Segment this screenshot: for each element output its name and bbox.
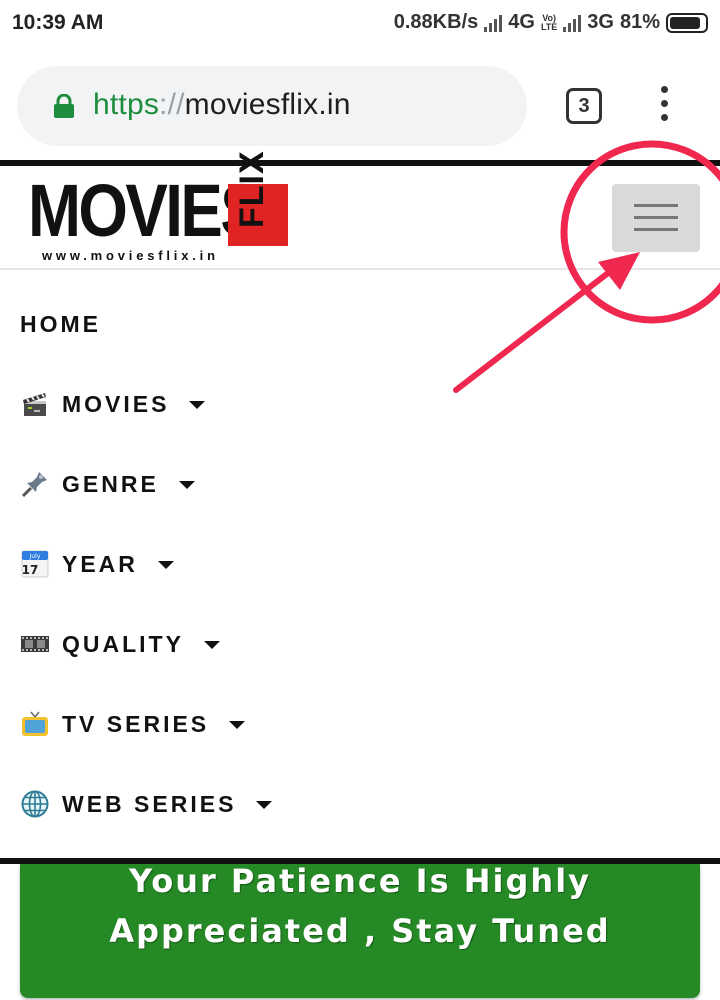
battery-percent: 81% (619, 11, 660, 33)
url-host: moviesflix.in (184, 88, 351, 121)
banner-line-2: Appreciated , Stay Tuned (109, 912, 611, 950)
banner-line-1: Your Patience Is Highly (128, 862, 592, 900)
clapperboard-icon (23, 393, 46, 416)
tabs-switcher-icon[interactable]: 3 (566, 88, 602, 124)
globe-icon (21, 790, 49, 818)
dropdown-caret-icon[interactable] (178, 481, 195, 489)
network-type-1: 4G (508, 11, 535, 33)
nav-item-label: TV SERIES (62, 710, 210, 737)
signal-icon (563, 14, 582, 32)
volte-bottom: LTE (540, 21, 558, 32)
site-logo[interactable]: MOVIES FLIX www.moviesflix.in (28, 150, 290, 266)
nav-menu: HOME MOVIES GENRE July 17 YEAR QUALITY T… (0, 270, 720, 860)
network-type-2: 3G (587, 11, 614, 33)
logo-flix-badge: FLIX (228, 150, 288, 246)
film-strip-icon (21, 636, 49, 652)
nav-item-web-series[interactable]: WEB SERIES (20, 764, 273, 844)
calendar-day: 17 (22, 563, 39, 577)
dropdown-caret-icon[interactable] (203, 641, 220, 649)
nav-item-label: QUALITY (62, 630, 184, 657)
dropdown-caret-icon[interactable] (256, 801, 273, 809)
lock-icon (54, 94, 74, 118)
nav-item-year[interactable]: July 17 YEAR (20, 524, 174, 604)
logo-url-text: www.moviesflix.in (42, 248, 219, 263)
site-header: MOVIES FLIX www.moviesflix.in (0, 150, 720, 270)
status-bar: 10:39 AM 0.88KB/s 4G Vo) LTE 3G 81% (0, 0, 720, 52)
nav-item-label: MOVIES (62, 390, 170, 417)
nav-item-movies[interactable]: MOVIES (20, 364, 206, 444)
dropdown-caret-icon[interactable] (229, 721, 246, 729)
dropdown-caret-icon[interactable] (189, 401, 206, 409)
nav-item-genre[interactable]: GENRE (20, 444, 195, 524)
nav-item-label: WEB SERIES (62, 790, 237, 817)
television-icon (22, 711, 48, 736)
dropdown-caret-icon[interactable] (157, 561, 174, 569)
status-time: 10:39 AM (12, 11, 104, 34)
volte-icon: Vo) LTE (540, 13, 558, 32)
nav-item-home[interactable]: HOME (20, 284, 101, 364)
nav-item-label: YEAR (62, 550, 138, 577)
logo-movies-text: MOVIES (28, 169, 263, 252)
calendar-month: July (29, 553, 41, 560)
url-scheme: https (93, 88, 160, 121)
calendar-icon: July 17 (21, 550, 49, 578)
pushpin-icon (21, 472, 47, 498)
battery-icon (666, 12, 708, 33)
nav-item-label: GENRE (62, 470, 159, 497)
address-bar[interactable]: https://moviesflix.in (17, 66, 527, 146)
notice-banner: Your Patience Is Highly Appreciated , St… (20, 862, 700, 998)
nav-item-label: HOME (20, 310, 101, 337)
hamburger-menu-button[interactable] (612, 184, 700, 252)
network-speed: 0.88KB/s (393, 11, 479, 33)
url-separator: :// (159, 88, 185, 121)
more-vertical-icon[interactable] (656, 86, 672, 128)
status-indicators: 0.88KB/s 4G Vo) LTE 3G 81% (394, 11, 708, 34)
browser-toolbar: https://moviesflix.in 3 (0, 52, 720, 162)
nav-item-tv-series[interactable]: TV SERIES (20, 684, 246, 764)
url-text[interactable]: https://moviesflix.in (93, 88, 351, 122)
signal-icon (484, 14, 503, 32)
nav-item-quality[interactable]: QUALITY (20, 604, 220, 684)
logo-flix-text: FLIX (233, 150, 271, 228)
